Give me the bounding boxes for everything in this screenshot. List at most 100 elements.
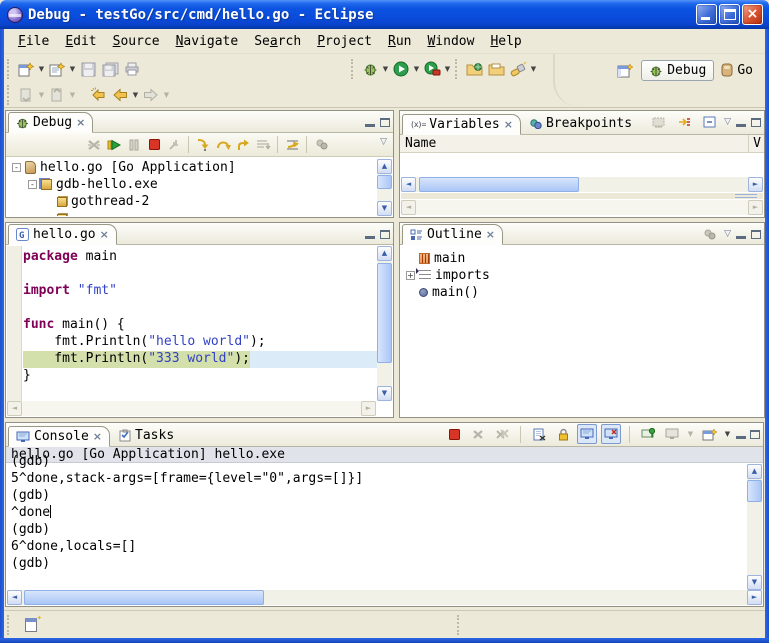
close-tab-icon[interactable]: × bbox=[93, 430, 102, 443]
console-terminate-icon[interactable] bbox=[444, 424, 464, 444]
menu-navigate[interactable]: Navigate bbox=[168, 32, 247, 51]
show-type-names-icon[interactable] bbox=[649, 112, 669, 132]
open-perspective-button[interactable] bbox=[614, 59, 636, 81]
next-annotation-dropdown[interactable]: ▼ bbox=[37, 84, 46, 106]
print-button[interactable] bbox=[121, 58, 143, 80]
previous-annotation-button[interactable] bbox=[46, 84, 68, 106]
outline-item[interactable]: +imports bbox=[401, 267, 763, 284]
back-button[interactable] bbox=[109, 84, 131, 106]
scroll-left-icon[interactable]: ◄ bbox=[7, 590, 22, 605]
toolbar-handle[interactable] bbox=[351, 59, 356, 79]
close-button[interactable]: × bbox=[742, 4, 763, 25]
editor-marker-margin[interactable] bbox=[7, 246, 22, 401]
scroll-thumb[interactable] bbox=[377, 175, 392, 189]
open-console-dropdown[interactable]: ▼ bbox=[723, 423, 732, 445]
show-logical-structure-icon[interactable] bbox=[674, 112, 694, 132]
minimize-view-icon[interactable] bbox=[736, 124, 746, 127]
next-annotation-button[interactable] bbox=[15, 84, 37, 106]
variables-table-body[interactable] bbox=[400, 153, 764, 172]
console-vertical-scrollbar[interactable]: ▲ ▼ bbox=[747, 464, 762, 590]
maximize-view-icon[interactable] bbox=[751, 118, 761, 127]
display-console-icon[interactable] bbox=[662, 424, 682, 444]
debug-tree-item[interactable]: gothread-2 bbox=[7, 193, 377, 210]
use-step-filters-icon[interactable] bbox=[282, 135, 302, 155]
open-resource-button[interactable] bbox=[485, 58, 507, 80]
outline-item[interactable]: main bbox=[401, 250, 763, 267]
debug-button[interactable] bbox=[359, 58, 381, 80]
view-menu-icon[interactable]: ▽ bbox=[724, 117, 731, 127]
outline-tree[interactable]: main+importsmain() bbox=[401, 246, 763, 416]
variables-horizontal-scrollbar[interactable]: ◄ ► bbox=[401, 177, 763, 192]
menu-help[interactable]: Help bbox=[482, 32, 529, 51]
resume-icon[interactable] bbox=[104, 135, 124, 155]
scroll-up-icon[interactable]: ▲ bbox=[747, 464, 762, 479]
scroll-right-icon[interactable]: ► bbox=[747, 590, 762, 605]
column-header-value[interactable]: V bbox=[748, 135, 761, 152]
last-edit-location-button[interactable] bbox=[87, 84, 109, 106]
debug-tree-item[interactable]: -hello.go [Go Application] bbox=[7, 159, 377, 176]
save-button[interactable] bbox=[77, 58, 99, 80]
menu-edit[interactable]: Edit bbox=[57, 32, 104, 51]
scroll-thumb[interactable] bbox=[377, 263, 392, 363]
debug-extra-icon[interactable] bbox=[311, 135, 331, 155]
new-go-element-button[interactable] bbox=[46, 58, 68, 80]
run-external-button[interactable] bbox=[421, 58, 443, 80]
close-tab-icon[interactable]: × bbox=[100, 228, 109, 241]
menu-search[interactable]: Search bbox=[246, 32, 309, 51]
back-dropdown[interactable]: ▼ bbox=[131, 84, 140, 106]
close-tab-icon[interactable]: × bbox=[504, 118, 513, 131]
step-over-icon[interactable] bbox=[213, 135, 233, 155]
menu-run[interactable]: Run bbox=[380, 32, 419, 51]
previous-annotation-dropdown[interactable]: ▼ bbox=[68, 84, 77, 106]
forward-button[interactable] bbox=[140, 84, 162, 106]
remove-all-launches-icon[interactable] bbox=[492, 424, 512, 444]
step-into-icon[interactable] bbox=[193, 135, 213, 155]
scroll-right-icon[interactable]: ► bbox=[748, 177, 763, 192]
console-tab[interactable]: Console × bbox=[8, 426, 110, 447]
editor-code-area[interactable]: package mainimport "fmt"func main() { fm… bbox=[23, 246, 377, 401]
scroll-up-icon[interactable]: ▲ bbox=[377, 159, 392, 174]
drop-to-frame-icon[interactable] bbox=[253, 135, 273, 155]
column-header-name[interactable]: Name bbox=[400, 136, 436, 151]
scroll-thumb[interactable] bbox=[24, 590, 264, 605]
outline-item[interactable]: main() bbox=[401, 284, 763, 301]
debug-dropdown[interactable]: ▼ bbox=[381, 58, 390, 80]
remove-terminated-icon[interactable] bbox=[84, 135, 104, 155]
maximize-view-icon[interactable] bbox=[751, 230, 761, 239]
run-button[interactable] bbox=[390, 58, 412, 80]
collapse-all-icon[interactable] bbox=[699, 112, 719, 132]
minimize-button[interactable] bbox=[696, 4, 717, 25]
debug-tree-item[interactable]: -gdb-hello.exe bbox=[7, 176, 377, 193]
new-wizard-dropdown[interactable]: ▼ bbox=[37, 58, 46, 80]
collapse-icon[interactable]: - bbox=[12, 163, 21, 172]
new-go-element-dropdown[interactable]: ▼ bbox=[68, 58, 77, 80]
new-wizard-button[interactable] bbox=[15, 58, 37, 80]
debug-tree-item[interactable] bbox=[7, 210, 377, 216]
pin-console-icon[interactable] bbox=[638, 424, 658, 444]
maximize-button[interactable] bbox=[719, 4, 740, 25]
scroll-up-icon[interactable]: ▲ bbox=[377, 246, 392, 261]
scroll-lock-icon[interactable] bbox=[553, 424, 573, 444]
run-external-dropdown[interactable]: ▼ bbox=[443, 58, 452, 80]
minimize-view-icon[interactable] bbox=[736, 236, 746, 239]
minimize-view-icon[interactable] bbox=[736, 436, 746, 439]
view-menu-icon[interactable]: ▽ bbox=[380, 137, 387, 147]
open-element-button[interactable] bbox=[463, 58, 485, 80]
minimize-view-icon[interactable] bbox=[365, 236, 375, 239]
title-bar[interactable]: Debug - testGo/src/cmd/hello.go - Eclips… bbox=[0, 0, 769, 29]
scroll-down-icon[interactable]: ▼ bbox=[377, 201, 392, 216]
view-menu-icon[interactable]: ▽ bbox=[724, 229, 731, 239]
remove-launch-icon[interactable] bbox=[468, 424, 488, 444]
expand-icon[interactable]: + bbox=[406, 271, 415, 280]
variables-detail-sash[interactable] bbox=[401, 193, 763, 199]
editor-vertical-scrollbar[interactable]: ▲ ▼ bbox=[377, 246, 392, 401]
editor-tab[interactable]: G hello.go × bbox=[8, 224, 117, 245]
outline-tab[interactable]: Outline × bbox=[402, 224, 503, 245]
run-dropdown[interactable]: ▼ bbox=[412, 58, 421, 80]
show-stdout-icon[interactable] bbox=[577, 424, 597, 444]
outline-sort-icon[interactable] bbox=[699, 224, 719, 244]
clear-console-icon[interactable] bbox=[529, 424, 549, 444]
display-console-dropdown[interactable]: ▼ bbox=[686, 423, 695, 445]
search-button[interactable] bbox=[507, 58, 529, 80]
fast-view-icon[interactable] bbox=[25, 618, 37, 632]
